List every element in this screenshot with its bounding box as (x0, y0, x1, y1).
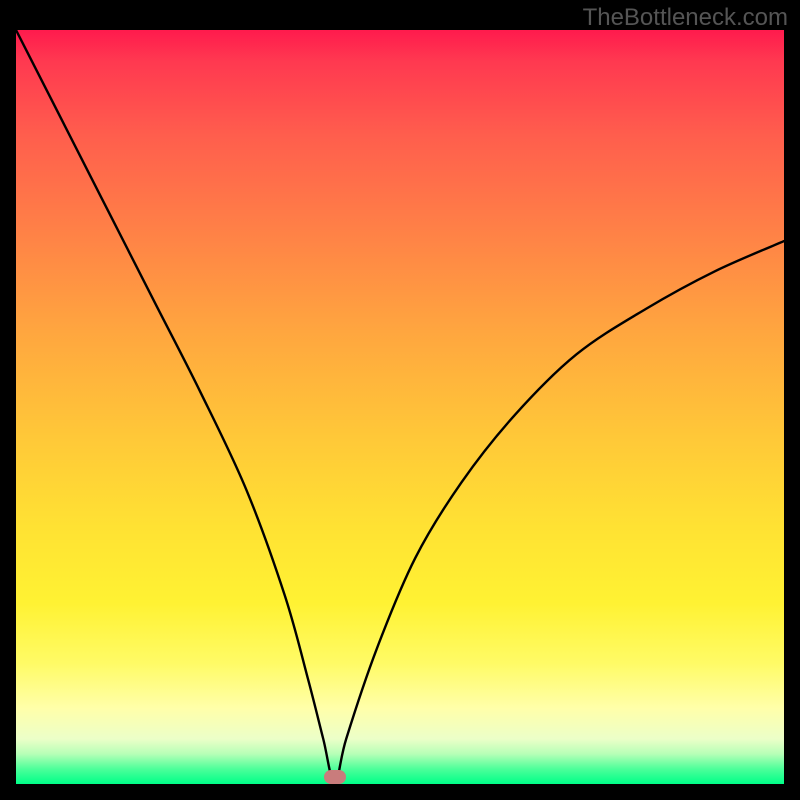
optimum-marker (324, 770, 346, 784)
bottleneck-chart: TheBottleneck.com (0, 0, 800, 800)
bottleneck-curve-line (16, 30, 784, 784)
plot-area (16, 30, 784, 784)
watermark-text: TheBottleneck.com (583, 4, 788, 32)
curve-svg (16, 30, 784, 784)
